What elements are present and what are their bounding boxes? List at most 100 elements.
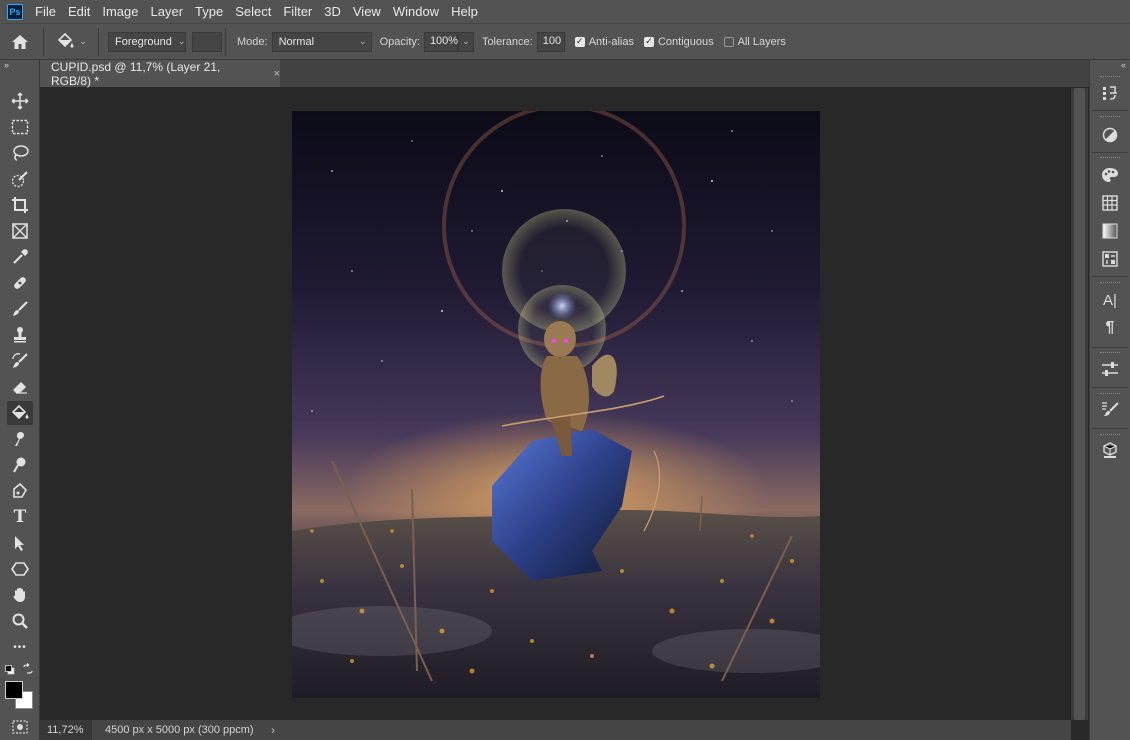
panel-grip[interactable]: [1100, 352, 1120, 355]
zoom-level-input[interactable]: 11,72%: [40, 720, 92, 740]
history-panel-button[interactable]: [1097, 82, 1123, 104]
hand-icon: [13, 587, 25, 602]
document-tab-bar: CUPID.psd @ 11,7% (Layer 21, RGB/8) * ×: [40, 59, 1089, 88]
paragraph-panel-button[interactable]: ¶: [1097, 317, 1123, 339]
menu-edit[interactable]: Edit: [62, 0, 96, 23]
zoom-tool[interactable]: [7, 609, 33, 633]
lasso-icon: [13, 145, 29, 161]
menu-view[interactable]: View: [347, 0, 387, 23]
close-icon[interactable]: ×: [274, 68, 280, 80]
opacity-input[interactable]: 100%: [423, 31, 458, 52]
eraser-tool[interactable]: [7, 375, 33, 399]
3d-cube-icon: [1103, 442, 1117, 458]
expand-panels-button[interactable]: «: [1090, 60, 1130, 72]
pen-tool[interactable]: [7, 479, 33, 503]
hand-tool[interactable]: [7, 583, 33, 607]
panel-grip[interactable]: [1100, 393, 1120, 396]
pattern-picker[interactable]: [192, 31, 222, 52]
vertical-scrollbar[interactable]: [1071, 88, 1088, 720]
menu-file[interactable]: File: [29, 0, 62, 23]
right-panel-dock: « A| ¶: [1089, 60, 1130, 740]
path-selection-tool[interactable]: [7, 531, 33, 555]
home-button[interactable]: [0, 24, 40, 60]
edit-toolbar-button[interactable]: •••: [7, 635, 33, 659]
fill-source-select[interactable]: Foreground ⌄: [108, 31, 186, 52]
document-tab[interactable]: CUPID.psd @ 11,7% (Layer 21, RGB/8) * ×: [40, 59, 280, 88]
dodge-icon: [13, 457, 26, 473]
menu-window[interactable]: Window: [387, 0, 445, 23]
menu-type[interactable]: Type: [189, 0, 229, 23]
swap-arrows-icon: [23, 663, 33, 674]
3d-panel-button[interactable]: [1097, 440, 1123, 462]
document-tab-title: CUPID.psd @ 11,7% (Layer 21, RGB/8) *: [51, 59, 221, 88]
frame-tool[interactable]: [7, 219, 33, 243]
brush-icon: [13, 301, 28, 316]
collapse-toolbar-button[interactable]: »: [0, 60, 39, 72]
tool-preset-picker[interactable]: ⌄: [47, 32, 95, 51]
panel-grip[interactable]: [1100, 282, 1120, 285]
paint-bucket-tool[interactable]: [7, 401, 33, 425]
default-colors-button[interactable]: [5, 665, 15, 675]
menu-select[interactable]: Select: [229, 0, 277, 23]
anti-alias-checkbox[interactable]: ✓: [574, 36, 585, 47]
gradient-icon: [1102, 223, 1118, 239]
opacity-dropdown-button[interactable]: ⌄: [457, 31, 474, 52]
menu-image[interactable]: Image: [96, 0, 144, 23]
chevron-down-icon: ⌄: [462, 36, 470, 46]
lasso-tool[interactable]: [7, 141, 33, 165]
patterns-panel-button[interactable]: [1097, 248, 1123, 270]
quick-mask-button[interactable]: [12, 720, 28, 734]
options-bar: ⌄ Foreground ⌄ Mode: Normal ⌄ Opacity: 1…: [0, 23, 1130, 60]
contiguous-label: Contiguous: [657, 35, 714, 48]
document-canvas[interactable]: [292, 111, 820, 698]
character-panel-button[interactable]: A|: [1097, 289, 1123, 311]
smudge-tool[interactable]: [7, 427, 33, 451]
status-menu-arrow[interactable]: ›: [271, 723, 275, 737]
swap-colors-button[interactable]: [22, 663, 34, 675]
marquee-tool[interactable]: [7, 115, 33, 139]
swatches-panel-button[interactable]: [1097, 164, 1123, 186]
healing-brush-tool[interactable]: [7, 271, 33, 295]
layer-grid-panel-button[interactable]: [1097, 192, 1123, 214]
menu-help[interactable]: Help: [445, 0, 484, 23]
quick-selection-tool[interactable]: [7, 167, 33, 191]
shape-tool[interactable]: [7, 557, 33, 581]
brushes-panel-button[interactable]: [1097, 398, 1123, 420]
rectangular-marquee-icon: [11, 119, 29, 135]
brush-tool[interactable]: [7, 297, 33, 321]
paint-bucket-icon: [11, 404, 29, 420]
tolerance-input[interactable]: 100: [536, 31, 565, 52]
separator: [98, 27, 99, 56]
chevron-down-icon: ⌄: [359, 36, 367, 46]
properties-panel-button[interactable]: [1097, 358, 1123, 380]
crop-tool[interactable]: [7, 193, 33, 217]
panel-grip[interactable]: [1100, 157, 1120, 160]
adjustments-panel-button[interactable]: [1097, 124, 1123, 146]
all-layers-checkbox[interactable]: [723, 36, 734, 47]
move-tool[interactable]: [7, 89, 33, 113]
panel-grip[interactable]: [1100, 76, 1120, 79]
character-icon: A|: [1103, 291, 1117, 309]
brush-settings-icon: [1102, 402, 1119, 416]
menu-layer[interactable]: Layer: [145, 0, 190, 23]
panel-grip[interactable]: [1100, 434, 1120, 437]
dodge-tool[interactable]: [7, 453, 33, 477]
contiguous-checkbox[interactable]: ✓: [643, 36, 654, 47]
canvas-area[interactable]: [42, 88, 1070, 720]
path-selection-icon: [15, 536, 24, 551]
gradients-panel-button[interactable]: [1097, 220, 1123, 242]
scrollbar-thumb[interactable]: [1074, 88, 1085, 720]
menu-filter[interactable]: Filter: [277, 0, 318, 23]
document-info: 4500 px x 5000 px (300 ppcm): [105, 724, 254, 736]
panel-grip[interactable]: [1100, 116, 1120, 119]
eraser-icon: [13, 382, 27, 394]
history-brush-tool[interactable]: [7, 349, 33, 373]
menu-3d[interactable]: 3D: [318, 0, 347, 23]
pen-icon: [13, 482, 27, 498]
mode-select[interactable]: Normal ⌄: [271, 31, 372, 52]
all-layers-label: All Layers: [737, 35, 786, 48]
clone-stamp-tool[interactable]: [7, 323, 33, 347]
type-tool[interactable]: T: [7, 505, 33, 529]
foreground-color-swatch[interactable]: [5, 681, 23, 699]
eyedropper-tool[interactable]: [7, 245, 33, 269]
